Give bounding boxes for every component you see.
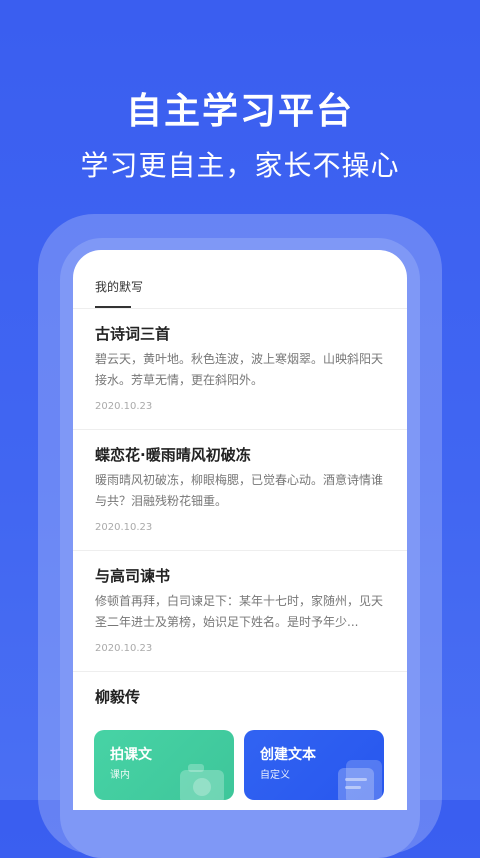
photo-text-label: 拍课文 [110,747,152,763]
promo-headline: 自主学习平台 [125,91,354,132]
photo-text-sublabel: 课内 [110,770,130,781]
item-date: 2020.10.23 [95,522,153,533]
item-text: 修顿首再拜，白司谏足下：某年十七时，家随州，见天圣二年进士及第榜，始识足下姓名。… [95,594,384,629]
list-item[interactable]: 古诗词三首 碧云天，黄叶地。秋色连波，波上寒烟翠。山映斜阳天接水。芳草无情，更在… [73,309,407,430]
item-title: 蝶恋花·暖雨晴风初破冻 [95,446,251,464]
item-text: 碧云天，黄叶地。秋色连波，波上寒烟翠。山映斜阳天接水。芳草无情，更在斜阳外。 [95,352,384,387]
list-item[interactable]: 蝶恋花·暖雨晴风初破冻 暖雨晴风初破冻，柳眼梅腮，已觉春心动。酒意诗情谁与共？泪… [73,430,407,551]
item-date: 2020.10.23 [95,401,153,412]
camera-icon [180,764,224,800]
create-text-label: 创建文本 [260,747,316,763]
phone-screen: 我的默写 古诗词三首 碧云天，黄叶地。秋色连波，波上寒烟翠。山映斜阳天接水。芳草… [73,250,407,810]
item-text: 暖雨晴风初破冻，柳眼梅腮，已觉春心动。酒意诗情谁与共？泪融残粉花钿重。 [95,473,384,508]
promo-subline: 学习更自主，家长不操心 [80,149,400,182]
item-title: 与高司谏书 [95,567,171,585]
photo-text-button[interactable]: 拍课文 课内 [94,730,234,800]
create-text-button[interactable]: 创建文本 自定义 [244,730,384,800]
create-text-sublabel: 自定义 [260,770,290,781]
item-title: 古诗词三首 [95,325,171,343]
document-icon [338,760,382,800]
tab-my-dictation[interactable]: 我的默写 [95,278,143,295]
list-item[interactable]: 与高司谏书 修顿首再拜，白司谏足下：某年十七时，家随州，见天圣二年进士及第榜，始… [73,551,407,672]
item-date: 2020.10.23 [95,643,153,654]
